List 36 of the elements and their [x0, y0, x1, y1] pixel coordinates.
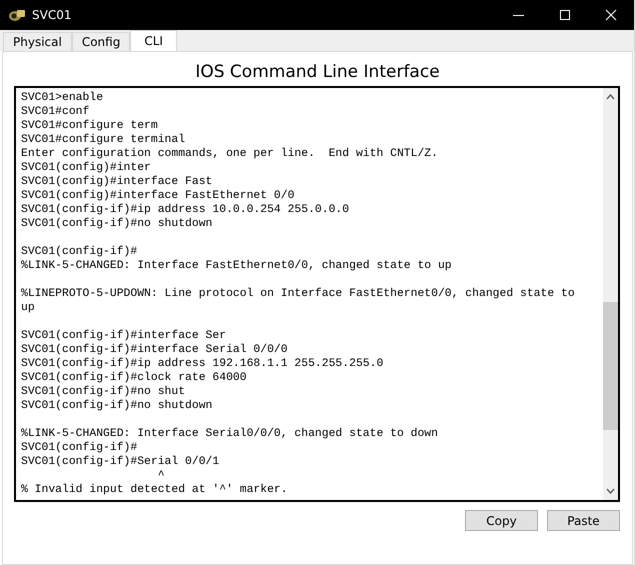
terminal-line: SVC01(config-if)# — [21, 441, 138, 455]
terminal-line: SVC01(config)#inter — [21, 161, 152, 175]
terminal-line: SVC01(config-if)#Serial 0/0/1 — [21, 455, 220, 469]
router-icon — [8, 8, 26, 22]
terminal-line: SVC01>enable — [21, 91, 104, 105]
terminal-line: SVC01(config-if)#no shut — [21, 385, 186, 399]
terminal-line: SVC01(config-if)#interface Ser — [21, 329, 228, 343]
terminal-line: SVC01#configure terminal — [21, 133, 186, 147]
terminal-line: % Invalid input detected at '^' marker. — [21, 483, 289, 497]
terminal-line: SVC01(config-if)#interface Serial 0/0/0 — [21, 343, 289, 357]
terminal-line: Enter configuration commands, one per line. End with CNTL/Z. — [21, 147, 439, 161]
terminal-line: SVC01(config-if)#clock rate 64000 — [21, 371, 248, 385]
terminal-line: SVC01(config)#interface Fast — [21, 175, 214, 189]
tab[interactable]: Physical — [3, 32, 72, 51]
terminal-line: SVC01(config-if)#ip address 10.0.0.254 255.0.0.0 — [21, 203, 350, 217]
terminal-line: ^ — [156, 469, 166, 483]
terminal-line: SVC01(config)#interface FastEthernet 0/0 — [21, 189, 296, 203]
terminal-line: %LINEPROTO-5-UPDOWN: Line protocol on Interface FastEthernet0/0, changed state to — [21, 287, 576, 301]
terminal-line: SVC01(config-if)#no shutdown — [21, 217, 214, 231]
tab[interactable]: CLI — [130, 30, 177, 51]
close-icon[interactable] — [605, 9, 617, 21]
terminal-line: up — [21, 301, 36, 315]
tab[interactable]: Config — [72, 32, 130, 51]
window-title: SVC01 — [32, 8, 72, 22]
terminal-line: %LINK-5-CHANGED: Interface Serial0/0/0, changed state to down — [21, 427, 439, 441]
action-button[interactable]: Paste — [547, 510, 620, 531]
terminal-line: SVC01#conf — [21, 105, 90, 119]
terminal-line: SVC01(config-if)# — [21, 245, 138, 259]
terminal-line: SVC01#configure term — [21, 119, 159, 133]
terminal-line: SVC01(config-if)#no shutdown — [21, 399, 214, 413]
panel-heading: IOS Command Line Interface — [194, 62, 441, 82]
maximize-icon[interactable] — [559, 9, 571, 21]
terminal-line: %LINK-5-CHANGED: Interface FastEthernet0/0, changed state to up — [21, 259, 453, 273]
scrollbar-thumb[interactable] — [603, 302, 618, 430]
action-button[interactable]: Copy — [465, 510, 538, 531]
terminal-line: SVC01(config-if)#ip address 192.168.1.1 255.255.255.0 — [21, 357, 384, 371]
